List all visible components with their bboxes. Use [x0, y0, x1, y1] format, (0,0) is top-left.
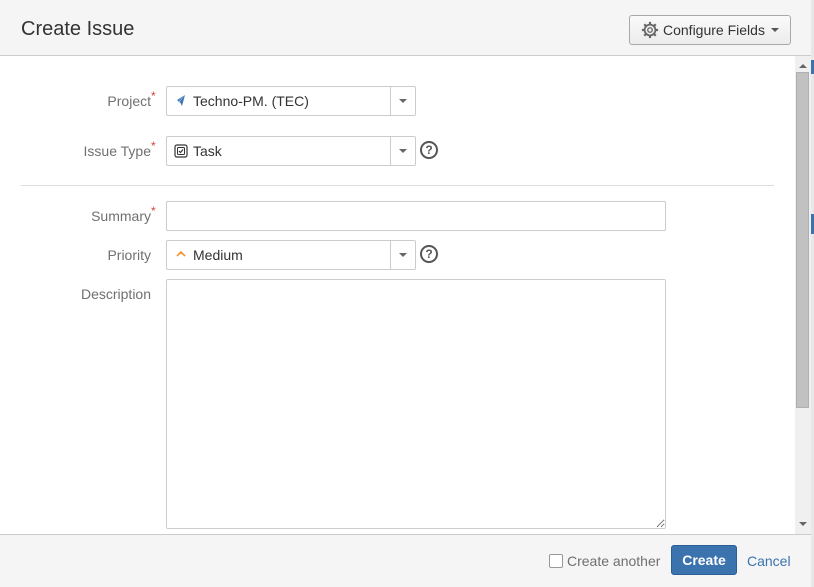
create-another-label: Create another	[567, 553, 661, 569]
scrollbar-thumb[interactable]	[796, 72, 809, 408]
chevron-down-icon	[770, 28, 779, 32]
priority-select[interactable]: Medium	[166, 240, 416, 270]
chevron-down-icon	[399, 149, 407, 153]
description-label-text: Description	[80, 286, 151, 302]
summary-input[interactable]	[166, 201, 666, 231]
configure-fields-label: Configure Fields	[663, 22, 765, 38]
priority-dropdown-toggle[interactable]	[390, 241, 415, 269]
dialog-footer: Create another Create Cancel	[0, 534, 811, 587]
scroll-down-arrow-icon[interactable]	[799, 522, 807, 526]
create-another-option[interactable]: Create another	[549, 553, 660, 569]
issue-type-label: Issue Type *	[11, 139, 156, 159]
issue-type-select[interactable]: Task	[166, 136, 416, 166]
required-marker: *	[151, 139, 156, 153]
content-scrollbar[interactable]	[795, 56, 811, 534]
issue-type-help-icon[interactable]: ?	[420, 141, 438, 159]
description-label: Description	[11, 286, 151, 302]
required-marker: *	[151, 204, 156, 218]
summary-label: Summary *	[11, 204, 156, 224]
create-issue-dialog: Create Issue Configure Fields Project*	[0, 0, 811, 587]
summary-label-text: Summary	[91, 208, 151, 224]
dialog-content: Project * Techno-PM. (TEC) Issue Type * Ta…	[0, 56, 795, 534]
project-rocket-icon	[177, 95, 185, 106]
priority-label-text: Priority	[107, 247, 151, 263]
issue-type-dropdown-toggle[interactable]	[390, 137, 415, 165]
priority-help-icon[interactable]: ?	[420, 245, 438, 263]
create-button[interactable]: Create	[671, 545, 737, 575]
project-select[interactable]: Techno-PM. (TEC)	[166, 86, 416, 116]
dialog-title: Create Issue	[21, 18, 135, 40]
required-marker: *	[151, 89, 156, 103]
configure-fields-button[interactable]: Configure Fields	[629, 15, 791, 45]
chevron-down-icon	[399, 253, 407, 257]
cancel-link[interactable]: Cancel	[747, 553, 791, 569]
priority-medium-arrow-icon	[176, 250, 186, 257]
description-textarea[interactable]	[166, 279, 666, 529]
priority-label: Priority	[11, 247, 151, 263]
project-label-text: Project	[107, 93, 151, 109]
gear-icon	[641, 21, 659, 39]
project-dropdown-toggle[interactable]	[390, 87, 415, 115]
create-another-checkbox[interactable]	[549, 554, 563, 568]
task-checkbox-icon	[174, 144, 188, 158]
project-label: Project *	[11, 89, 155, 109]
issue-type-label-text: Issue Type	[83, 143, 151, 159]
scroll-up-arrow-icon[interactable]	[799, 64, 807, 68]
project-value: Techno-PM. (TEC)	[193, 93, 309, 109]
form-divider	[21, 185, 774, 186]
chevron-down-icon	[399, 99, 407, 103]
dialog-header: Create Issue Configure Fields	[0, 0, 811, 56]
